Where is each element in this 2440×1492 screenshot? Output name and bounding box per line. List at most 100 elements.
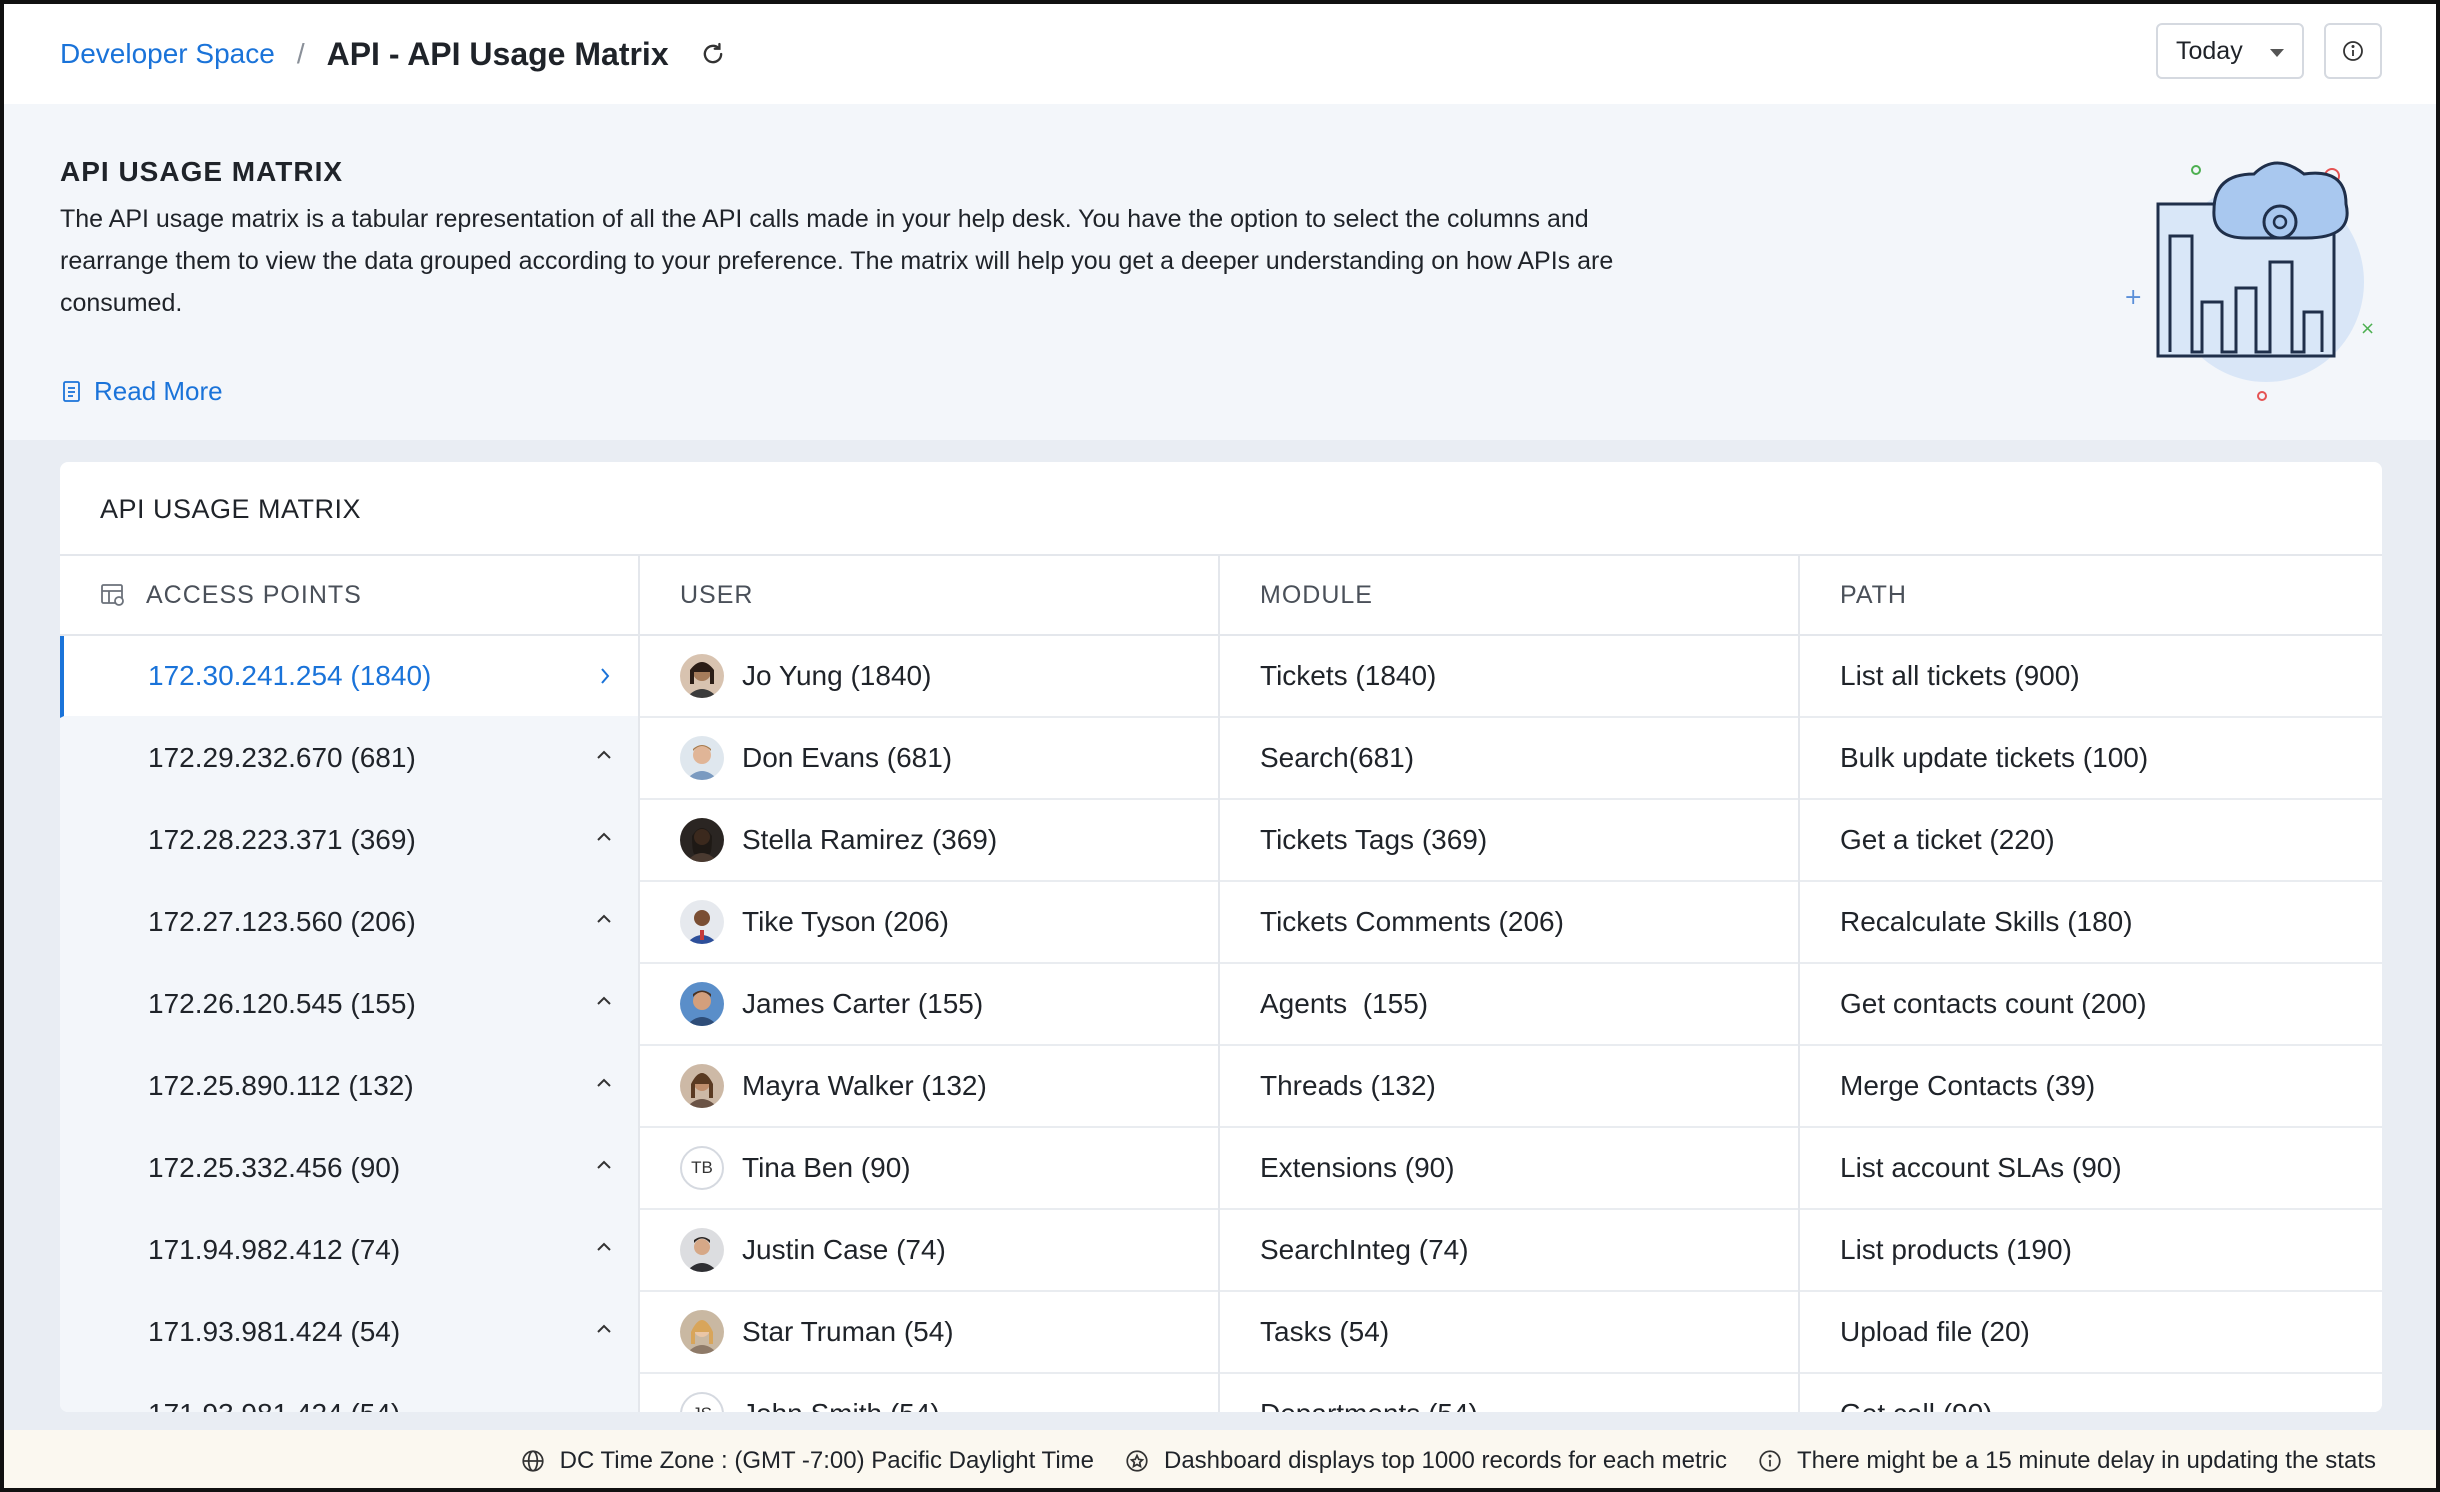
user-row[interactable]: Mayra Walker (132)	[640, 1046, 1218, 1128]
path-row[interactable]: Bulk update tickets (100)	[1800, 718, 2382, 800]
chevron-up-icon[interactable]	[594, 1322, 614, 1336]
path-label: Upload file (20)	[1840, 1316, 2030, 1347]
delay-text: There might be a 15 minute delay in upda…	[1796, 1447, 2376, 1474]
module-row[interactable]: SearchInteg (74)	[1220, 1210, 1798, 1292]
avatar	[680, 900, 724, 944]
refresh-icon[interactable]	[699, 40, 727, 68]
delay-note: There might be a 15 minute delay in upda…	[1757, 1447, 2376, 1475]
intro-banner: API USAGE MATRIX The API usage matrix is…	[4, 104, 2436, 440]
access-point-row[interactable]: 172.30.241.254 (1840)	[60, 636, 638, 718]
module-row[interactable]: Threads (132)	[1220, 1046, 1798, 1128]
path-row[interactable]: List all tickets (900)	[1800, 636, 2382, 718]
access-point-label: 172.27.123.560 (206)	[148, 906, 416, 937]
chevron-up-icon[interactable]	[594, 1076, 614, 1090]
chevron-up-icon[interactable]	[594, 994, 614, 1008]
access-point-row[interactable]: 172.28.223.371 (369)	[60, 800, 638, 882]
access-point-row[interactable]: 172.29.232.670 (681)	[60, 718, 638, 800]
path-label: Recalculate Skills (180)	[1840, 906, 2133, 937]
module-row[interactable]: Tickets Tags (369)	[1220, 800, 1798, 882]
badge-icon	[1126, 1450, 1148, 1472]
path-row[interactable]: Merge Contacts (39)	[1800, 1046, 2382, 1128]
user-row[interactable]: James Carter (155)	[640, 964, 1218, 1046]
access-point-row[interactable]: 172.25.890.112 (132)	[60, 1046, 638, 1128]
chevron-up-icon[interactable]	[594, 1158, 614, 1172]
user-row[interactable]: Don Evans (681)	[640, 718, 1218, 800]
access-point-label: 171.94.982.412 (74)	[148, 1234, 401, 1265]
path-row[interactable]: Get a ticket (220)	[1800, 800, 2382, 882]
chevron-up-icon[interactable]	[594, 830, 614, 844]
module-row[interactable]: Tasks (54)	[1220, 1292, 1798, 1374]
module-label: Extensions (90)	[1260, 1152, 1455, 1183]
globe-icon	[522, 1450, 544, 1472]
avatar: TB	[680, 1146, 724, 1190]
avatar: JS	[680, 1392, 724, 1412]
access-point-row[interactable]: 171.93.981.424 (54)	[60, 1374, 638, 1412]
breadcrumb-developer-space[interactable]: Developer Space	[60, 38, 275, 70]
module-header[interactable]: MODULE	[1220, 556, 1798, 636]
path-header[interactable]: PATH	[1800, 556, 2382, 636]
app-window: Developer Space / API - API Usage Matrix…	[0, 0, 2440, 1492]
svg-text:+: +	[2124, 285, 2142, 310]
usage-matrix: ACCESS POINTS 172.30.241.254 (1840) 172.…	[60, 554, 2382, 1412]
path-label: List account SLAs (90)	[1840, 1152, 2122, 1183]
path-row[interactable]: Upload file (20)	[1800, 1292, 2382, 1374]
path-row[interactable]: Recalculate Skills (180)	[1800, 882, 2382, 964]
access-point-label: 172.25.332.456 (90)	[148, 1152, 401, 1183]
user-name: James Carter (155)	[742, 988, 984, 1019]
user-row[interactable]: Star Truman (54)	[640, 1292, 1218, 1374]
access-point-row[interactable]: 172.25.332.456 (90)	[60, 1128, 638, 1210]
column-settings-icon[interactable]	[100, 582, 126, 608]
page-title: API - API Usage Matrix	[326, 35, 669, 72]
avatar	[680, 982, 724, 1026]
access-point-row[interactable]: 172.27.123.560 (206)	[60, 882, 638, 964]
access-points-header[interactable]: ACCESS POINTS	[60, 556, 638, 636]
chevron-up-icon[interactable]	[594, 748, 614, 762]
path-header-label: PATH	[1840, 580, 1907, 609]
access-point-row[interactable]: 172.26.120.545 (155)	[60, 964, 638, 1046]
path-label: List products (190)	[1840, 1234, 2072, 1265]
module-label: Tickets Tags (369)	[1260, 824, 1488, 855]
module-row[interactable]: Departments (54)	[1220, 1374, 1798, 1412]
path-label: List all tickets (900)	[1840, 660, 2080, 691]
module-label: Search(681)	[1260, 742, 1415, 773]
access-point-label: 172.30.241.254 (1840)	[148, 660, 432, 691]
read-more-link[interactable]: Read More	[62, 376, 223, 407]
module-row[interactable]: Agents (155)	[1220, 964, 1798, 1046]
info-button[interactable]	[2324, 23, 2382, 79]
records-note: Dashboard displays top 1000 records for …	[1124, 1447, 1727, 1475]
access-point-row[interactable]: 171.94.982.412 (74)	[60, 1210, 638, 1292]
path-row[interactable]: List products (190)	[1800, 1210, 2382, 1292]
user-column: USER Jo Yung (1840) Don Evans (681) Stel…	[640, 556, 1220, 1412]
path-row[interactable]: Get contacts count (200)	[1800, 964, 2382, 1046]
path-row[interactable]: List account SLAs (90)	[1800, 1128, 2382, 1210]
chevron-up-icon[interactable]	[594, 912, 614, 926]
module-label: Agents (155)	[1260, 988, 1429, 1019]
user-row[interactable]: Stella Ramirez (369)	[640, 800, 1218, 882]
user-name: Mayra Walker (132)	[742, 1070, 987, 1101]
user-name: Star Truman (54)	[742, 1316, 954, 1347]
module-row[interactable]: Tickets Comments (206)	[1220, 882, 1798, 964]
module-header-label: MODULE	[1260, 580, 1373, 609]
user-row[interactable]: TB Tina Ben (90)	[640, 1128, 1218, 1210]
user-name: John Smith (54)	[742, 1398, 940, 1412]
path-column: PATH List all tickets (900) Bulk update …	[1800, 556, 2382, 1412]
module-row[interactable]: Tickets (1840)	[1220, 636, 1798, 718]
top-bar: Developer Space / API - API Usage Matrix…	[4, 4, 2436, 104]
user-row[interactable]: JS John Smith (54)	[640, 1374, 1218, 1412]
access-point-row[interactable]: 171.93.981.424 (54)	[60, 1292, 638, 1374]
period-select[interactable]: Today	[2156, 23, 2304, 79]
user-header[interactable]: USER	[640, 556, 1218, 636]
access-points-header-label: ACCESS POINTS	[146, 580, 362, 609]
user-name: Don Evans (681)	[742, 742, 953, 773]
period-select-value: Today	[2176, 36, 2243, 65]
user-header-label: USER	[680, 580, 754, 609]
module-row[interactable]: Extensions (90)	[1220, 1128, 1798, 1210]
path-row[interactable]: Get call (90)	[1800, 1374, 2382, 1412]
user-row[interactable]: Jo Yung (1840)	[640, 636, 1218, 718]
user-row[interactable]: Justin Case (74)	[640, 1210, 1218, 1292]
module-row[interactable]: Search(681)	[1220, 718, 1798, 800]
info-icon	[1759, 1450, 1781, 1472]
user-row[interactable]: Tike Tyson (206)	[640, 882, 1218, 964]
chevron-up-icon[interactable]	[594, 1240, 614, 1254]
module-column: MODULE Tickets (1840) Search(681) Ticket…	[1220, 556, 1800, 1412]
